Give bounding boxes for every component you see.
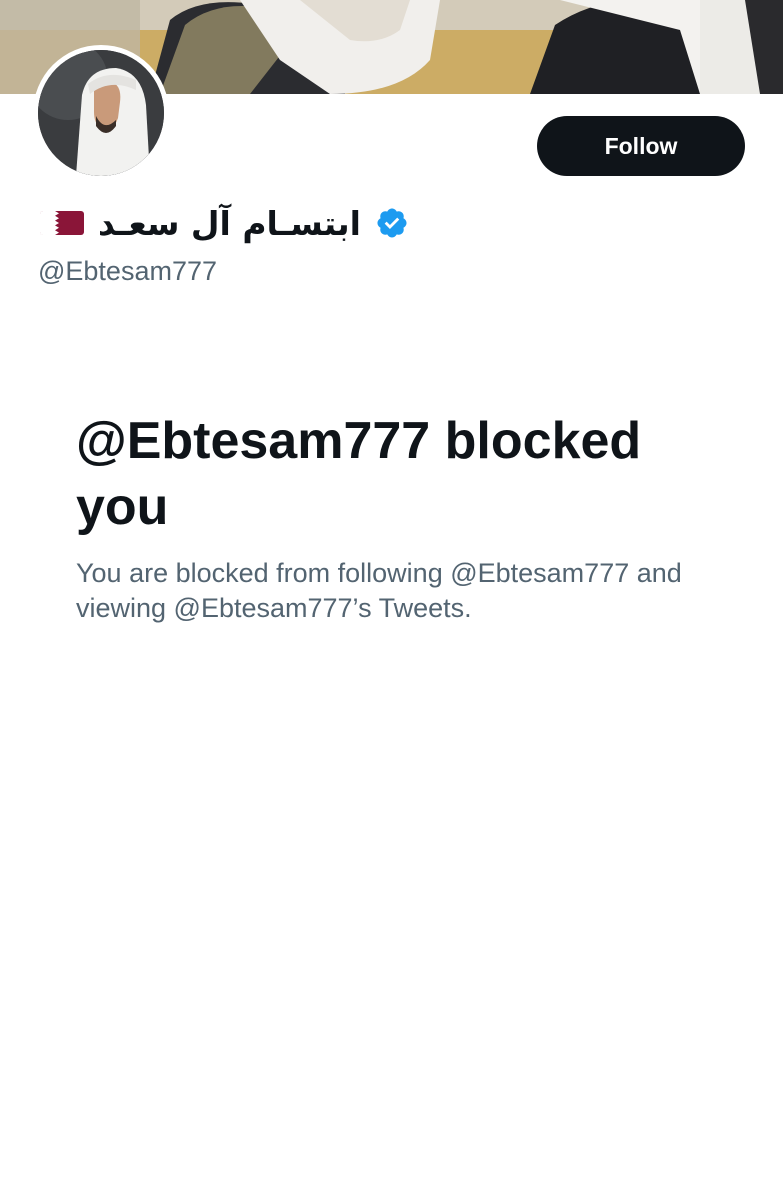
follow-button[interactable]: Follow	[537, 116, 745, 176]
avatar-image	[38, 50, 164, 176]
profile-avatar[interactable]	[33, 45, 169, 181]
verified-badge-icon[interactable]	[375, 206, 409, 240]
display-name: ابتسـام آل سعـد	[98, 203, 361, 243]
profile-handle: @Ebtesam777	[38, 256, 218, 286]
blocked-description: You are blocked from following @Ebtesam7…	[76, 558, 682, 623]
profile-name-row: ابتسـام آل سعـد	[40, 200, 409, 246]
blocked-title: @Ebtesam777 blocked you	[76, 412, 642, 536]
qatar-flag-icon	[40, 211, 84, 235]
